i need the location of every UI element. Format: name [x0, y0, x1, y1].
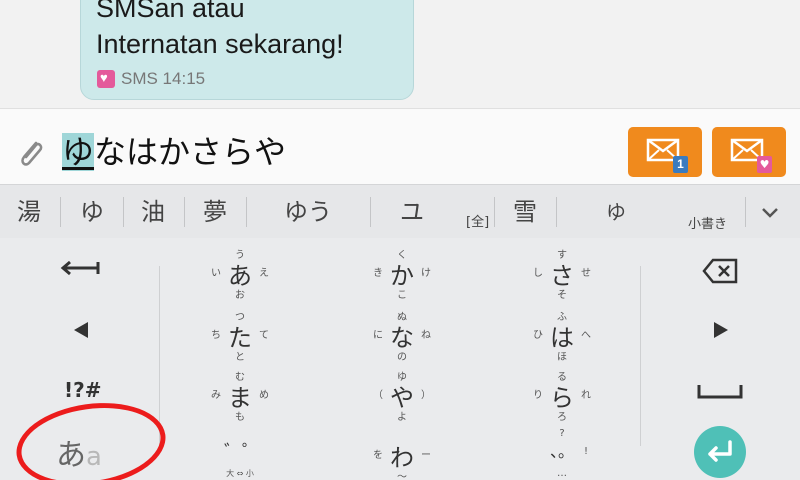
send-heart-button[interactable]: ♥ [712, 127, 786, 177]
chevron-down-icon[interactable] [756, 199, 784, 227]
key-ra-row[interactable]: るり られ ろ [522, 364, 602, 423]
candidate-8[interactable]: ゆ [558, 185, 674, 239]
candidate-4[interactable]: 夢 [185, 185, 245, 239]
candidate-7[interactable]: 雪 [496, 185, 554, 239]
full-width-tag: [全] [466, 215, 490, 230]
composing-text: なはかさらや [94, 133, 287, 171]
triangle-left-icon[interactable] [72, 320, 90, 340]
key-ma-row[interactable]: むみ まめ も [200, 364, 280, 423]
message-timestamp: SMS 14:15 [121, 69, 206, 88]
message-line-2: Internatan sekarang! [96, 29, 344, 59]
message-input[interactable]: ゆなはかさらや [62, 127, 286, 173]
message-line-1: SMSan atau [96, 0, 245, 23]
compose-bar: ゆなはかさらや 1 ♥ [0, 108, 800, 184]
space-icon[interactable] [696, 382, 744, 400]
symbols-key[interactable]: !?# [64, 378, 101, 402]
key-ka-row[interactable]: くき かけ こ [362, 242, 442, 301]
composing-highlight: ゆ [62, 133, 95, 171]
key-ha-row[interactable]: ふひ はへ ほ [522, 304, 602, 363]
candidate-3[interactable]: 油 [124, 185, 182, 239]
key-na-row[interactable]: ぬに なね の [362, 304, 442, 363]
backspace-icon[interactable] [702, 258, 738, 284]
message-meta: SMS 14:15 [97, 69, 205, 89]
candidate-2[interactable]: ゆ [62, 185, 122, 239]
key-wa-row[interactable]: を わー 〜 [362, 424, 442, 480]
candidate-1[interactable]: 湯 [0, 185, 58, 239]
key-a-row[interactable]: うい あえ お [200, 242, 280, 301]
heart-badge: ♥ [757, 156, 772, 173]
candidate-bar: 湯 ゆ 油 夢 ゆう ユ [全] 雪 ゆ 小書き [0, 184, 800, 238]
candidate-5[interactable]: ゆう [248, 185, 368, 239]
send-sim1-button[interactable]: 1 [628, 127, 702, 177]
key-dakuten[interactable]: ゛゜ 大 ⇔ 小 [200, 424, 280, 480]
message-bubble[interactable]: SMSan atau Internatan sekarang! SMS 14:1… [80, 0, 414, 100]
sim-badge: 1 [673, 156, 688, 173]
arrow-left-icon[interactable] [58, 260, 102, 282]
key-ya-row[interactable]: ゆ（ や） よ [362, 364, 442, 423]
key-sa-row[interactable]: すし させ そ [522, 242, 602, 301]
chat-area: SMSan atau Internatan sekarang! SMS 14:1… [0, 0, 800, 108]
candidate-6[interactable]: ユ [372, 185, 452, 239]
paperclip-icon[interactable] [16, 137, 46, 171]
enter-button[interactable] [694, 426, 746, 478]
key-ta-row[interactable]: つち たて と [200, 304, 280, 363]
enter-icon [708, 440, 732, 462]
key-punctuation[interactable]: ? 、。! … [522, 424, 602, 480]
triangle-right-icon[interactable] [712, 320, 730, 340]
sms-heart-icon [97, 70, 115, 88]
small-kana-label: 小書き [688, 217, 728, 232]
